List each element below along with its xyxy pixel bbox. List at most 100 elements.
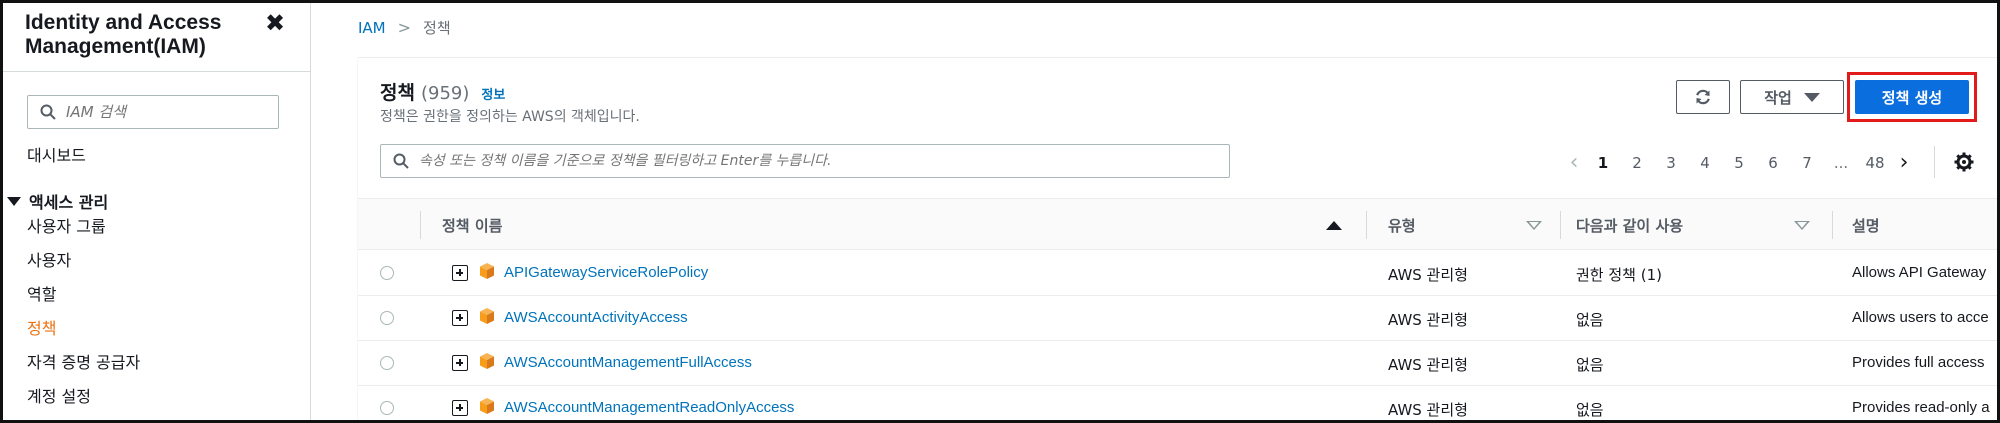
row-radio[interactable] [380,401,394,415]
policy-name-link[interactable]: APIGatewayServiceRolePolicy [504,264,708,281]
chevron-right-icon[interactable]: › [1892,150,1916,175]
aws-cube-icon [480,353,494,369]
actions-label: 작업 [1764,88,1792,107]
policy-used-as: 없음 [1576,401,1604,419]
sidebar-search-box[interactable] [27,95,279,129]
policy-name-link[interactable]: AWSAccountActivityAccess [504,309,688,326]
pagination-ellipsis: ... [1833,153,1849,172]
gear-icon[interactable] [1954,152,1974,177]
actions-dropdown-button[interactable]: 작업 [1740,80,1844,114]
page-button-6[interactable]: 6 [1756,154,1790,172]
policy-type: AWS 관리형 [1388,311,1468,329]
sort-ascending-icon[interactable] [1326,199,1342,251]
pager-divider [1934,146,1935,178]
sidebar-item-user-groups[interactable]: 사용자 그룹 [27,213,106,237]
sidebar-group-access-management[interactable]: 액세스 관리 [7,189,108,213]
search-icon [393,153,409,169]
column-header-type[interactable]: 유형 [1388,199,1416,251]
row-radio[interactable] [380,311,394,325]
column-divider [1366,211,1367,239]
create-policy-highlight: 정책 생성 [1847,72,1977,122]
policy-type: AWS 관리형 [1388,356,1468,374]
panel-description: 정책은 권한을 정의하는 AWS의 객체입니다. [380,109,640,125]
expand-plus-icon[interactable] [452,355,468,371]
sidebar-title: Identity and Access Management(IAM) [25,11,222,58]
policies-panel: 정책 (959) 정보 정책은 권한을 정의하는 AWS의 객체입니다. 작업 [358,57,1997,420]
column-header-label: 다음과 같이 사용 [1576,216,1684,235]
policy-used-as: 권한 정책 (1) [1576,266,1662,284]
policy-used-as: 없음 [1576,356,1604,374]
policy-type: AWS 관리형 [1388,401,1468,419]
caret-down-icon [7,196,21,206]
column-divider [1832,211,1833,239]
policy-description: Provides full access [1852,354,1985,371]
sort-icon[interactable] [1794,199,1810,251]
policy-used-as: 없음 [1576,311,1604,329]
policy-description: Provides read-only a [1852,399,1990,416]
main-content: IAM > 정책 정책 (959) 정보 정책은 권한을 정의하는 AWS의 객… [312,3,1997,420]
pagination: ‹ 1 2 3 4 5 6 7 ... 48 › [1562,150,1916,175]
column-header-name[interactable]: 정책 이름 [442,199,502,251]
policy-filter-input[interactable] [419,153,1219,169]
page-button-5[interactable]: 5 [1722,154,1756,172]
search-icon [40,104,56,120]
panel-header: 정책 (959) 정보 정책은 권한을 정의하는 AWS의 객체입니다. 작업 [358,58,1997,198]
sidebar-item-account-settings[interactable]: 계정 설정 [27,383,91,407]
caret-down-icon [1803,92,1820,102]
column-header-label: 정책 이름 [442,216,503,235]
column-divider [420,211,421,239]
close-icon[interactable]: ✖ [265,9,285,38]
chevron-left-icon[interactable]: ‹ [1562,150,1586,175]
page-button-last[interactable]: 48 [1858,154,1892,172]
page-button-2[interactable]: 2 [1620,154,1654,172]
breadcrumb-iam-link[interactable]: IAM [358,19,386,37]
policy-filter-box[interactable] [380,144,1230,178]
expand-plus-icon[interactable] [452,265,468,281]
policy-description: Allows API Gateway [1852,264,1987,281]
table-header: 정책 이름 유형 다음과 같이 사용 설명 [358,198,1997,251]
sidebar-item-identity-providers[interactable]: 자격 증명 공급자 [27,349,140,373]
table-row[interactable]: AWSAccountActivityAccess AWS 관리형 없음 Allo… [358,296,1997,341]
expand-plus-icon[interactable] [452,310,468,326]
table-row[interactable]: AWSAccountManagementFullAccess AWS 관리형 없… [358,341,1997,386]
sidebar-item-dashboard[interactable]: 대시보드 [27,142,86,166]
policy-count: (959) [420,83,470,104]
column-divider [1560,211,1561,239]
sidebar-item-users[interactable]: 사용자 [27,247,71,271]
sidebar-divider [3,71,311,72]
policy-type: AWS 관리형 [1388,266,1468,284]
row-radio[interactable] [380,356,394,370]
table-row[interactable]: APIGatewayServiceRolePolicy AWS 관리형 권한 정… [358,251,1997,296]
sidebar-search-input[interactable] [66,103,266,121]
sidebar-item-roles[interactable]: 역할 [27,281,56,305]
refresh-icon [1696,89,1710,105]
policy-name-link[interactable]: AWSAccountManagementFullAccess [504,354,752,371]
breadcrumb-current: 정책 [423,19,451,37]
info-link[interactable]: 정보 [481,84,505,103]
policy-name-link[interactable]: AWSAccountManagementReadOnlyAccess [504,399,794,416]
create-policy-button[interactable]: 정책 생성 [1855,80,1969,114]
page-button-7[interactable]: 7 [1790,154,1824,172]
policy-description: Allows users to acce [1852,309,1989,326]
sidebar-item-policies[interactable]: 정책 [27,315,56,339]
column-header-used-as[interactable]: 다음과 같이 사용 [1576,199,1683,251]
expand-plus-icon[interactable] [452,400,468,416]
column-header-description[interactable]: 설명 [1852,199,1880,251]
refresh-button[interactable] [1676,80,1730,114]
aws-cube-icon [480,308,494,324]
page-button-3[interactable]: 3 [1654,154,1688,172]
sidebar: Identity and Access Management(IAM) ✖ 대시… [3,3,311,420]
sort-icon[interactable] [1526,199,1542,251]
aws-cube-icon [480,263,494,279]
chevron-right-icon: > [397,18,412,37]
breadcrumb: IAM > 정책 [358,17,451,38]
column-header-label: 설명 [1852,216,1880,235]
page-button-1[interactable]: 1 [1586,154,1620,172]
table-row[interactable]: AWSAccountManagementReadOnlyAccess AWS 관… [358,386,1997,420]
column-header-label: 유형 [1388,216,1416,235]
page-button-4[interactable]: 4 [1688,154,1722,172]
row-radio[interactable] [380,266,394,280]
aws-cube-icon [480,398,494,414]
sidebar-group-label: 액세스 관리 [29,193,109,212]
app-frame: Identity and Access Management(IAM) ✖ 대시… [0,0,2000,423]
